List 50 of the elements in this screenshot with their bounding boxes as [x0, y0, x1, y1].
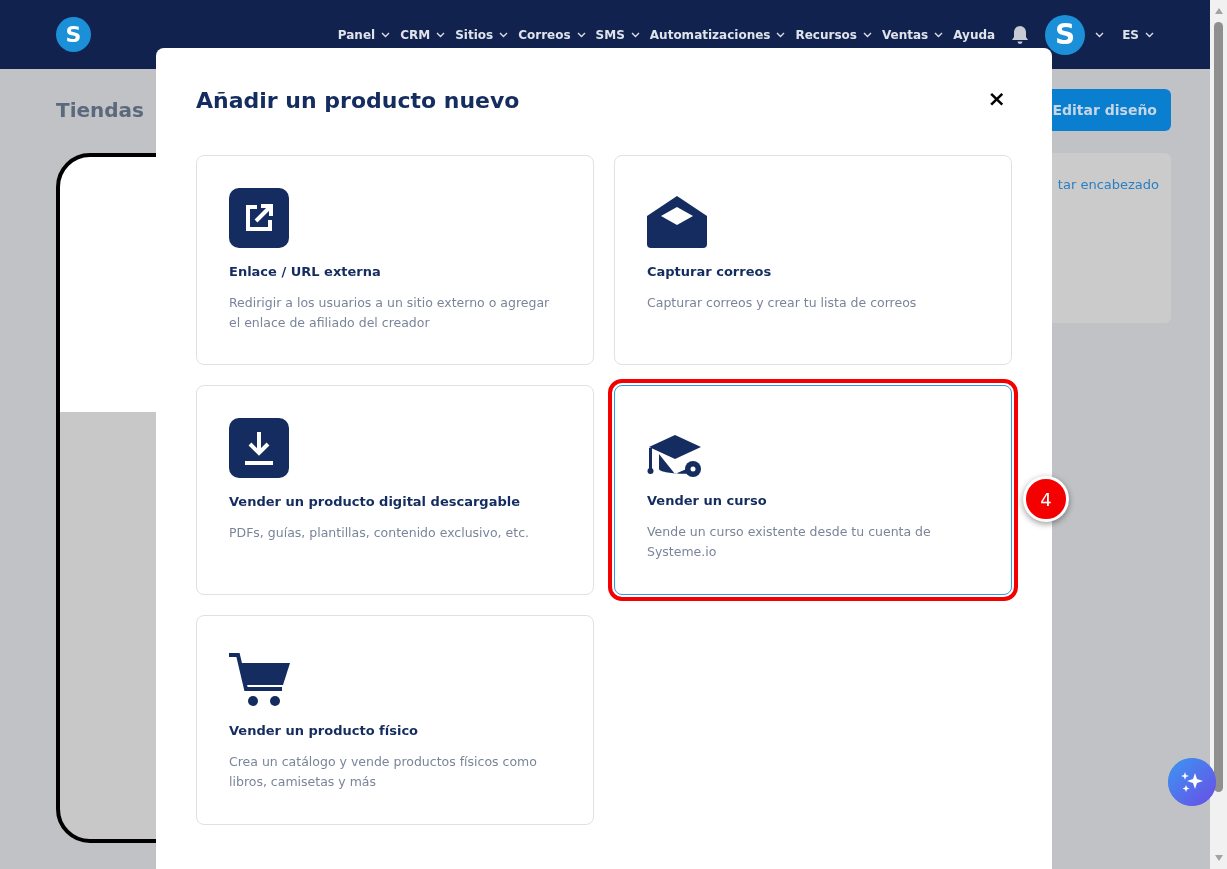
logo[interactable]: S: [56, 17, 91, 52]
card-title: Capturar correos: [647, 264, 773, 279]
chevron-down-icon: [499, 31, 509, 38]
card-description: Vende un curso existente desde tu cuenta de Systeme.io: [647, 523, 932, 561]
chevron-down-icon: [436, 31, 446, 38]
card-title: Vender un producto físico: [229, 723, 420, 738]
language-selector[interactable]: ES: [1122, 27, 1154, 42]
scroll-down-arrow-icon[interactable]: [1213, 853, 1224, 863]
nav-menu-item[interactable]: Ventas: [881, 27, 944, 42]
external-link-icon: [229, 188, 289, 248]
nav-menu-item[interactable]: Recursos: [795, 27, 872, 42]
step-number-badge: 4: [1023, 476, 1069, 522]
graduation-cap-icon: [647, 435, 703, 477]
nav-menu-item[interactable]: Ayuda: [953, 27, 996, 42]
card-title: Vender un curso: [647, 493, 768, 508]
product-type-card[interactable]: Vender un producto físico Crea un catálogo y vende productos físicos como libros, camisetas y más: [196, 615, 594, 825]
chevron-down-icon: [1095, 31, 1105, 38]
scroll-up-arrow-icon[interactable]: [1213, 6, 1224, 16]
shopping-cart-icon: [229, 653, 291, 707]
chevron-down-icon: [776, 31, 786, 38]
card-description: Capturar correos y crear tu lista de correos: [647, 294, 918, 312]
sparkle-assistant-button[interactable]: [1168, 758, 1216, 806]
close-button[interactable]: ×: [981, 88, 1012, 110]
nav-menu-item[interactable]: Correos: [518, 27, 586, 42]
product-type-card[interactable]: Enlace / URL externa Redirigir a los usuarios a un sitio externo o agregar el enlace de afiliado del creador: [196, 155, 594, 365]
nav-menu-item[interactable]: Automatizaciones: [649, 27, 786, 42]
nav-menu-item[interactable]: Panel: [337, 27, 391, 42]
chevron-down-icon: [934, 31, 944, 38]
scrollbar[interactable]: [1210, 0, 1227, 869]
envelope-icon: [647, 194, 707, 248]
chevron-down-icon: [1145, 31, 1154, 38]
chevron-down-icon: [576, 31, 586, 38]
card-description: PDFs, guías, plantillas, contenido exclusivo, etc.: [229, 524, 530, 542]
avatar[interactable]: S: [1045, 14, 1086, 55]
chevron-down-icon: [862, 31, 872, 38]
card-description: Crea un catálogo y vende productos físicos como libros, camisetas y más: [229, 753, 538, 791]
page-title: Tiendas: [56, 98, 145, 122]
chevron-down-icon: [381, 31, 391, 38]
download-icon: [229, 418, 289, 478]
nav-menu-item[interactable]: Sitios: [455, 27, 509, 42]
product-type-card[interactable]: Capturar correos Capturar correos y crear tu lista de correos: [614, 155, 1012, 365]
nav-menu-item[interactable]: CRM: [400, 27, 446, 42]
bell-icon[interactable]: [1011, 25, 1030, 44]
product-type-card[interactable]: Vender un producto digital descargable PDFs, guías, plantillas, contenido exclusivo, etc.: [196, 385, 594, 595]
dialog-title: Añadir un producto nuevo: [196, 88, 520, 113]
card-title: Enlace / URL externa: [229, 264, 382, 279]
card-title: Vender un producto digital descargable: [229, 494, 521, 509]
chevron-down-icon: [630, 31, 640, 38]
nav-menu-item[interactable]: SMS: [595, 27, 640, 42]
card-description: Redirigir a los usuarios a un sitio externo o agregar el enlace de afiliado del creador: [229, 294, 551, 332]
